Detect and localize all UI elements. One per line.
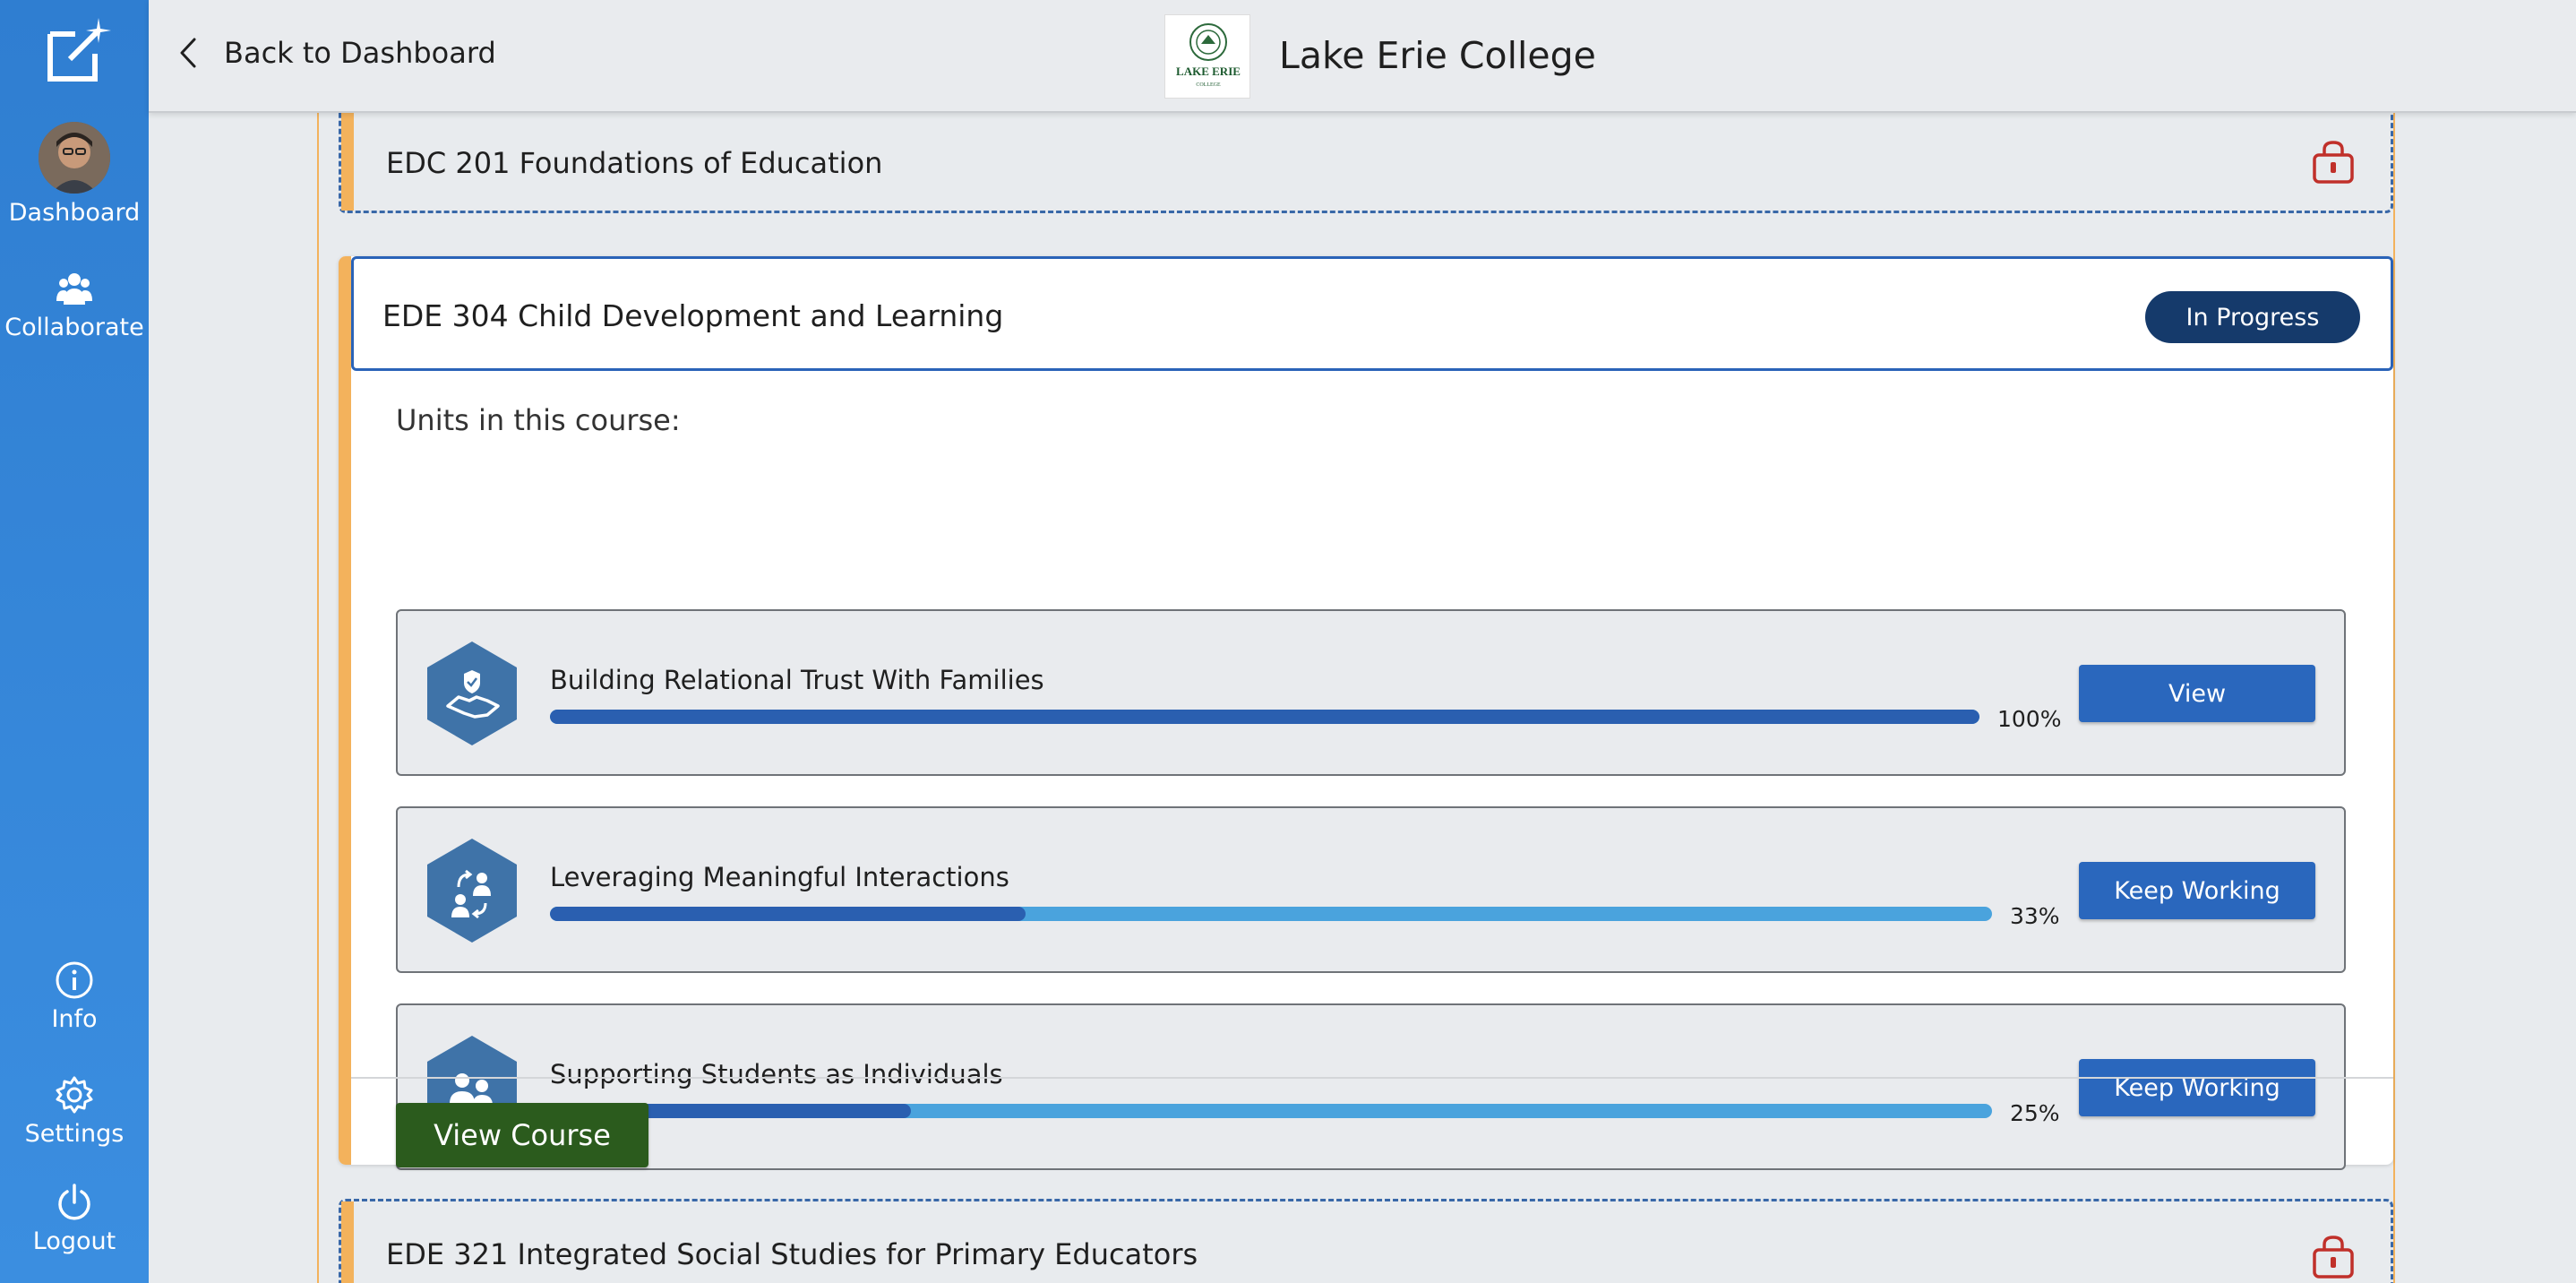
course-title: EDE 304 Child Development and Learning (382, 298, 1004, 333)
logo-subtext: COLLEGE (1196, 82, 1221, 88)
course-title: EDC 201 Foundations of Education (386, 146, 883, 180)
progress-percent: 100% (1997, 706, 2062, 732)
locked-course-card[interactable]: EDE 321 Integrated Social Studies for Pr… (339, 1199, 2393, 1283)
divider (351, 1077, 2393, 1079)
sidebar-item-label: Settings (24, 1120, 125, 1148)
sidebar-item-dashboard[interactable]: Dashboard (0, 122, 149, 227)
unit-title: Supporting Students as Individuals (550, 1059, 1003, 1089)
sidebar-item-settings[interactable]: Settings (0, 1075, 149, 1148)
progress-fill (550, 907, 1026, 921)
keep-working-button[interactable]: Keep Working (2079, 1059, 2315, 1116)
status-badge: In Progress (2145, 291, 2360, 343)
gear-icon (56, 1076, 93, 1114)
avatar (39, 122, 110, 194)
sidebar-item-label: Dashboard (8, 199, 141, 227)
progress-percent: 33% (2010, 903, 2060, 929)
info-icon (56, 961, 93, 999)
top-header: Back to Dashboard LAKE ERIE COLLEGE Lake… (149, 0, 2576, 113)
back-to-dashboard-link[interactable]: Back to Dashboard (179, 36, 496, 70)
accent-stripe (341, 113, 354, 211)
college-logo: LAKE ERIE COLLEGE (1164, 14, 1250, 99)
progress-percent: 25% (2010, 1100, 2060, 1126)
unit-card: Leveraging Meaningful Interactions 33% K… (396, 806, 2346, 973)
people-icon (56, 273, 92, 305)
view-course-button[interactable]: View Course (396, 1103, 648, 1167)
sidebar-item-collaborate[interactable]: Collaborate (0, 269, 149, 341)
view-unit-button[interactable]: View (2079, 665, 2315, 722)
back-label: Back to Dashboard (224, 36, 496, 70)
logo-text: LAKE ERIE (1176, 65, 1241, 78)
sidebar-item-info[interactable]: Info (0, 960, 149, 1033)
course-title: EDE 321 Integrated Social Studies for Pr… (386, 1237, 1198, 1271)
unit-card: Supporting Students as Individuals 25% K… (396, 1003, 2346, 1170)
lock-icon[interactable] (2312, 1234, 2355, 1280)
sidebar-item-label: Info (51, 1005, 98, 1033)
locked-course-card[interactable]: EDC 201 Foundations of Education (339, 113, 2393, 213)
accent-stripe (339, 256, 351, 1165)
unit-title: Leveraging Meaningful Interactions (550, 862, 1009, 892)
chevron-left-icon (180, 38, 196, 68)
main-content[interactable]: EDC 201 Foundations of Education EDE 304… (149, 113, 2576, 1283)
app-logo-icon[interactable] (43, 14, 115, 86)
progress-fill (550, 710, 1979, 724)
progress-bar (550, 1104, 1992, 1118)
people-exchange-icon (427, 839, 517, 943)
unit-card: Building Relational Trust With Families … (396, 609, 2346, 776)
progress-bar (550, 907, 1992, 921)
unit-title: Building Relational Trust With Families (550, 665, 1044, 695)
active-course-card: EDE 304 Child Development and Learning I… (339, 256, 2393, 1170)
power-icon (58, 1184, 90, 1220)
keep-working-button[interactable]: Keep Working (2079, 862, 2315, 919)
course-header[interactable]: EDE 304 Child Development and Learning I… (351, 256, 2393, 371)
sidebar-item-label: Collaborate (4, 314, 144, 341)
handshake-shield-icon (427, 642, 517, 745)
accent-stripe (341, 1201, 354, 1283)
progress-bar (550, 710, 1979, 724)
sidebar-item-logout[interactable]: Logout (0, 1183, 149, 1255)
units-label: Units in this course: (396, 403, 681, 437)
lock-icon[interactable] (2312, 139, 2355, 185)
college-name: Lake Erie College (1279, 34, 1596, 77)
sidebar-item-label: Logout (32, 1227, 116, 1255)
sidebar: Dashboard Collaborate Info Settings Logo… (0, 0, 149, 1283)
